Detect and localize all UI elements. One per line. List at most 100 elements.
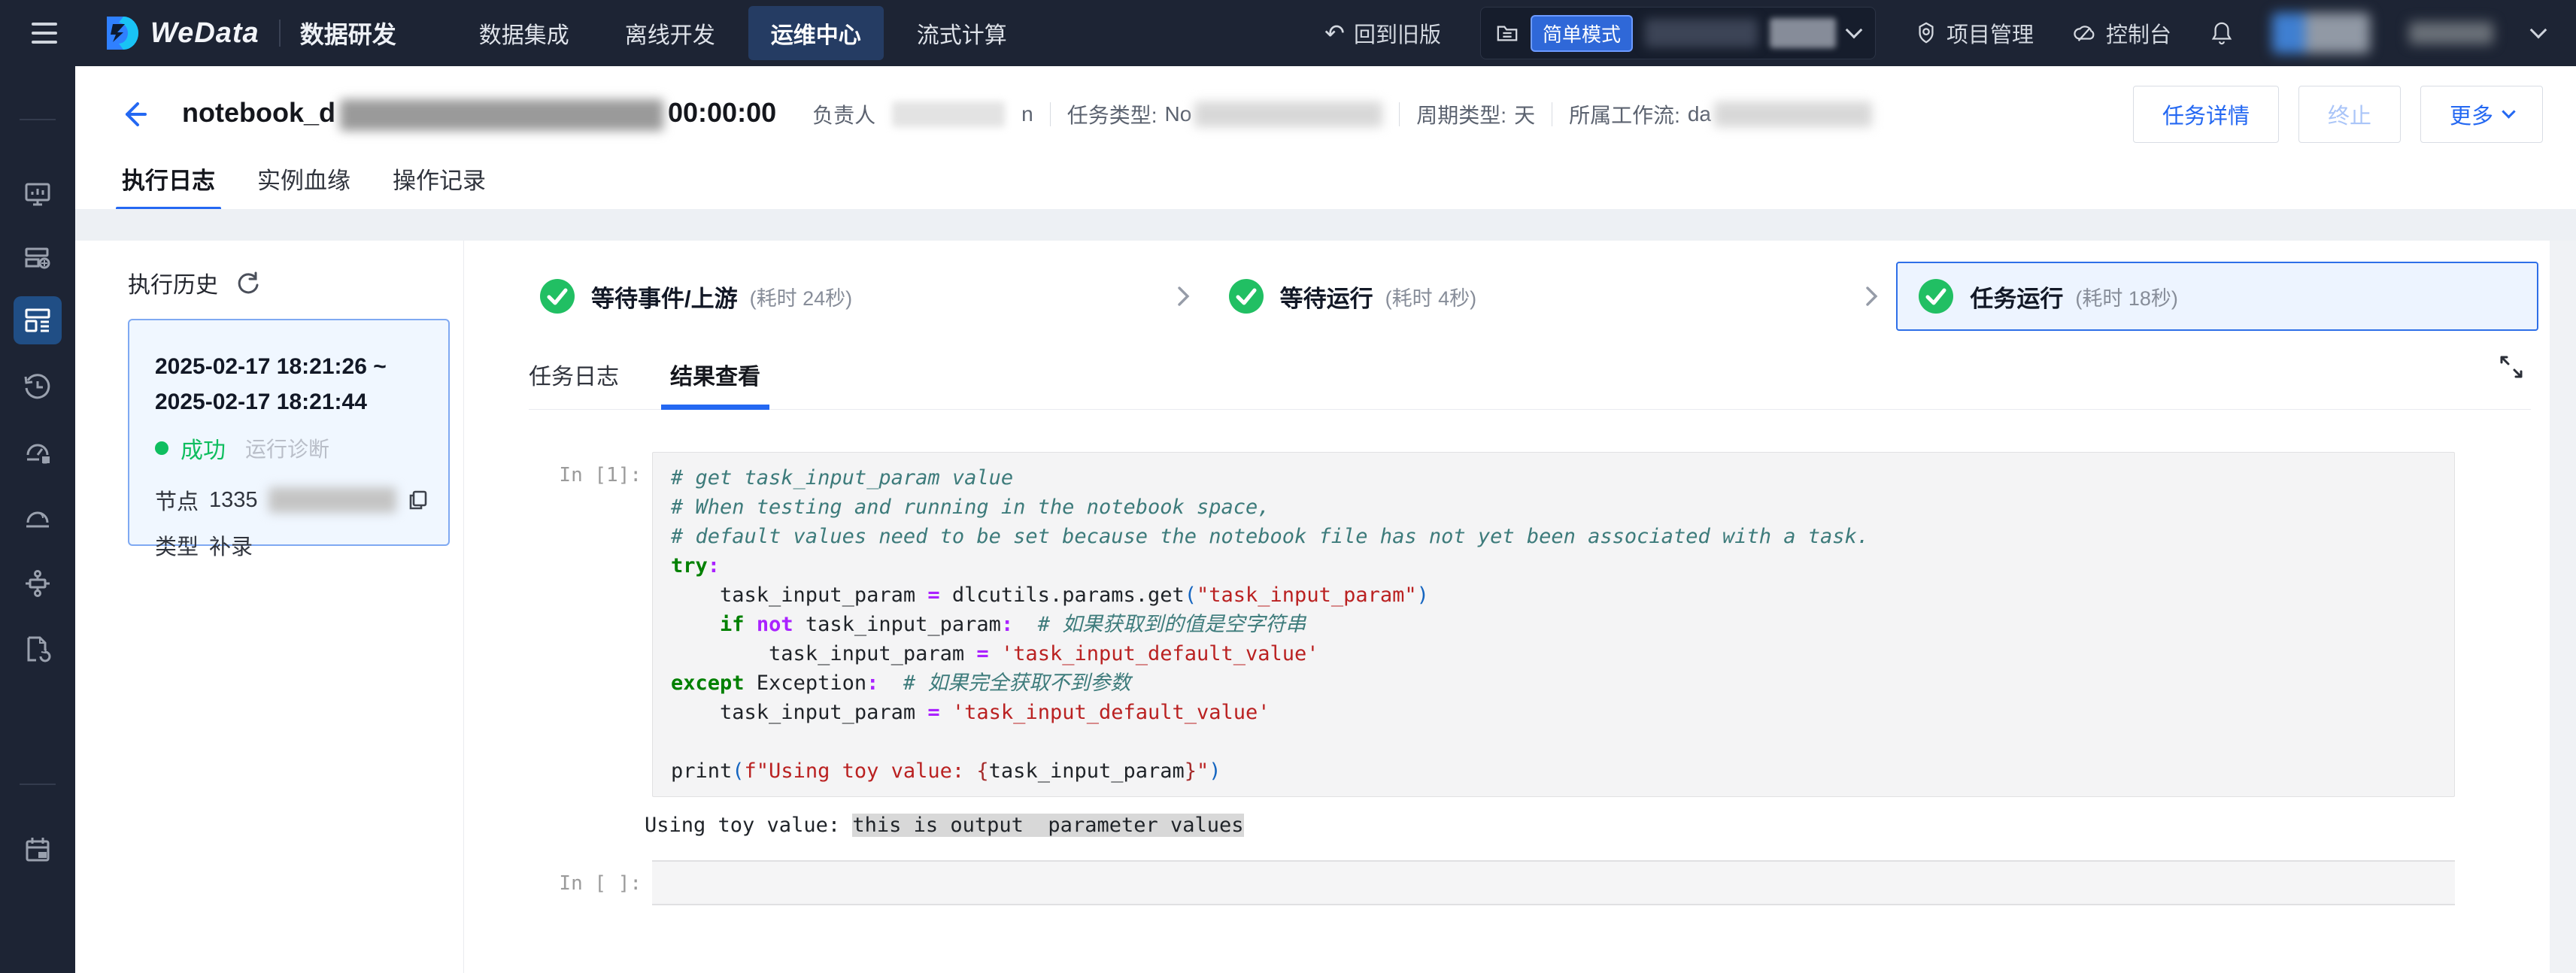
divider <box>279 20 281 47</box>
tab-execution-log[interactable]: 执行日志 <box>122 162 215 212</box>
sidebar-item-instance-ops[interactable] <box>14 296 62 344</box>
tab-instance-lineage[interactable]: 实例血缘 <box>257 162 350 212</box>
type-value: 补录 <box>209 529 253 561</box>
sidebar-item-node-plugin[interactable] <box>14 559 62 608</box>
nav-item-stream-compute[interactable]: 流式计算 <box>894 6 1030 60</box>
refresh-icon[interactable] <box>235 270 260 296</box>
task-detail-button[interactable]: 任务详情 <box>2133 86 2279 143</box>
sidebar-item-alarm[interactable] <box>14 493 62 541</box>
hamburger-menu-icon[interactable] <box>32 23 57 44</box>
sidebar-item-dashboard[interactable] <box>14 170 62 218</box>
product-name: 数据研发 <box>300 16 396 50</box>
avatar[interactable] <box>2272 13 2370 53</box>
nav-item-offline-dev[interactable]: 离线开发 <box>602 6 738 60</box>
rail-divider <box>20 119 56 120</box>
run-steps: 等待事件/上游 (耗时 24秒) 等待运行 (耗时 4秒) 任务运行 <box>519 260 2538 332</box>
back-to-old-version-button[interactable]: ↶ 回到旧版 <box>1324 17 1441 49</box>
result-subtabs: 任务日志 结果查看 <box>529 358 2531 410</box>
status-dot <box>155 441 168 455</box>
redacted-username <box>2409 22 2493 44</box>
header-meta: 负责人 n 任务类型: No 周期类型: 天 所属工作流: da <box>812 99 1872 129</box>
redacted-node-id <box>269 487 396 513</box>
subtab-result-view[interactable]: 结果查看 <box>670 358 760 409</box>
task-type-label: 任务类型: <box>1067 99 1158 129</box>
primary-tabs: 执行日志 实例血缘 操作记录 <box>75 162 2576 209</box>
check-circle-icon <box>1229 279 1264 314</box>
history-run-card[interactable]: 2025-02-17 18:21:26 ~ 2025-02-17 18:21:4… <box>128 319 450 546</box>
page-title: notebook_d00:00:00 <box>182 97 776 130</box>
sidebar-item-resource-gauge[interactable]: B <box>14 428 62 476</box>
run-diagnose-link[interactable]: 运行诊断 <box>245 433 329 463</box>
redacted-title-part <box>340 99 663 131</box>
redacted-task-type <box>1194 102 1382 127</box>
cycle-value: 天 <box>1514 99 1535 129</box>
undo-icon: ↶ <box>1324 21 1345 45</box>
step-wait-run[interactable]: 等待运行 (耗时 4秒) <box>1208 262 1847 331</box>
divider <box>1399 102 1400 126</box>
owner-label: 负责人 <box>812 99 875 129</box>
type-label: 类型 <box>155 529 199 561</box>
run-end-time: 2025-02-17 18:21:44 <box>155 384 448 420</box>
terminate-button[interactable]: 终止 <box>2298 86 2401 143</box>
check-circle-icon <box>540 279 575 314</box>
redacted-workflow <box>1714 102 1872 127</box>
nav-item-ops-center[interactable]: 运维中心 <box>748 6 884 60</box>
cycle-label: 周期类型: <box>1416 99 1506 129</box>
main-area: 等待事件/上游 (耗时 24秒) 等待运行 (耗时 4秒) 任务运行 <box>464 241 2576 973</box>
output-highlight: this is output parameter values <box>852 814 1243 837</box>
account-chevron-down-icon[interactable] <box>2530 22 2547 39</box>
console-link[interactable]: 控制台 <box>2073 17 2171 49</box>
execution-history-panel: 执行历史 2025-02-17 18:21:26 ~ 2025-02-17 18… <box>75 241 464 973</box>
fullscreen-expand-icon[interactable] <box>2498 353 2525 380</box>
project-mode-selector[interactable]: 简单模式 <box>1480 7 1876 59</box>
owner-tail: n <box>1021 102 1033 126</box>
execution-history-title: 执行历史 <box>128 266 218 299</box>
wedata-logo-icon[interactable] <box>101 14 140 53</box>
task-type-prefix: No <box>1164 102 1191 126</box>
notebook-empty-cell: In [ ]: <box>464 860 2576 905</box>
status-text: 成功 <box>181 432 226 465</box>
cell-prompt: In [ ]: <box>464 860 652 905</box>
empty-code-block[interactable] <box>652 860 2455 905</box>
node-id-prefix: 1335 <box>209 488 258 513</box>
divider <box>1050 102 1051 126</box>
notification-bell-icon[interactable] <box>2210 21 2233 45</box>
run-start-time: 2025-02-17 18:21:26 ~ <box>155 349 448 384</box>
step-task-run[interactable]: 任务运行 (耗时 18秒) <box>1896 262 2538 331</box>
node-label: 节点 <box>155 484 199 516</box>
sidebar-item-task-ops[interactable] <box>14 234 62 282</box>
brand-name: WeData <box>150 17 259 50</box>
workflow-prefix: da <box>1688 102 1711 126</box>
page-background-strip <box>2550 241 2576 973</box>
chevron-down-icon <box>1846 22 1863 39</box>
redacted-owner <box>892 102 1005 127</box>
sidebar-item-history[interactable] <box>14 362 62 411</box>
nav-item-data-integration[interactable]: 数据集成 <box>457 6 592 60</box>
rail-divider <box>20 784 56 785</box>
chevron-right-icon <box>1860 285 1883 308</box>
workflow-label: 所属工作流: <box>1569 99 1680 129</box>
project-manage-link[interactable]: 项目管理 <box>1915 17 2034 49</box>
svg-text:B: B <box>44 457 47 464</box>
topbar: WeData 数据研发 数据集成 离线开发 运维中心 流式计算 ↶ 回到旧版 简… <box>0 0 2576 66</box>
back-arrow-icon[interactable] <box>117 98 150 131</box>
cell-output: Using toy value: this is output paramete… <box>645 811 2576 841</box>
chevron-down-icon <box>2502 105 2515 118</box>
top-navigation: 数据集成 离线开发 运维中心 流式计算 <box>457 6 1030 60</box>
step-wait-upstream[interactable]: 等待事件/上游 (耗时 24秒) <box>519 262 1158 331</box>
cell-prompt: In [1]: <box>464 452 652 797</box>
project-manage-icon <box>1915 22 1937 44</box>
tab-operation-record[interactable]: 操作记录 <box>393 162 486 212</box>
more-button[interactable]: 更多 <box>2420 86 2543 143</box>
redacted-project-name <box>1645 19 1758 47</box>
separator-band <box>75 209 2576 241</box>
sidebar-item-doc-refresh[interactable] <box>14 625 62 673</box>
subtab-task-log[interactable]: 任务日志 <box>529 358 619 409</box>
chevron-right-icon <box>1172 285 1194 308</box>
check-circle-icon <box>1919 279 1953 314</box>
copy-icon[interactable] <box>407 489 429 511</box>
notebook-cell: In [1]: # get task_input_param value# Wh… <box>464 452 2576 797</box>
sidebar-item-calendar-plan[interactable] <box>14 826 62 874</box>
notebook-result: In [1]: # get task_input_param value# Wh… <box>464 452 2576 905</box>
code-block[interactable]: # get task_input_param value# When testi… <box>652 452 2455 797</box>
